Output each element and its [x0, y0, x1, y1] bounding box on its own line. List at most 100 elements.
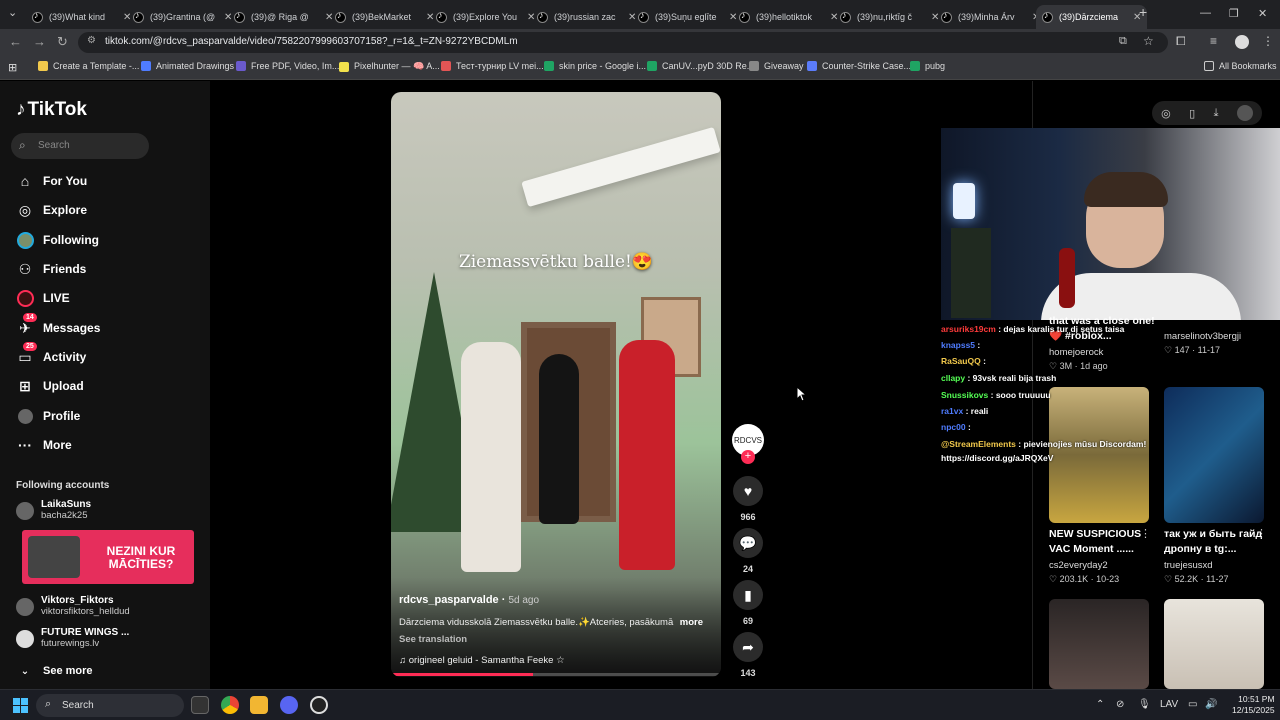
- reload-icon[interactable]: ↻: [57, 34, 68, 50]
- bookmark-item[interactable]: Counter-Strike Case...: [807, 61, 911, 71]
- bookmark-item[interactable]: pubg: [910, 61, 945, 71]
- feed-thumbnail[interactable]: [1164, 387, 1264, 523]
- taskbar-search[interactable]: ⌕ Search: [36, 694, 184, 717]
- see-translation-link[interactable]: See translation: [399, 634, 467, 645]
- nav-profile[interactable]: Profile: [16, 407, 80, 425]
- new-tab-button[interactable]: +: [1139, 4, 1147, 20]
- ad-banner[interactable]: NEZINI KUR MĀCĪTIES?: [22, 530, 194, 584]
- bookmarks-bar: ⊞ Create a Template -... Animated Drawin…: [0, 56, 1280, 80]
- task-view-icon[interactable]: [191, 696, 209, 714]
- feed-item-menu-icon[interactable]: ⋮: [1140, 527, 1151, 540]
- more-link[interactable]: more: [680, 617, 703, 628]
- feed-item-menu-icon[interactable]: ⋮: [1256, 527, 1267, 540]
- video-author[interactable]: rdcvs_pasparvalde · 5d ago: [399, 594, 539, 606]
- nav-messages[interactable]: ✈ 14 Messages: [16, 313, 100, 337]
- save-button[interactable]: ▮ 69: [731, 580, 765, 626]
- network-off-icon[interactable]: ⊘: [1116, 699, 1124, 710]
- nav-explore[interactable]: ◎ Explore: [16, 201, 87, 219]
- install-app-icon[interactable]: ⧉: [1119, 35, 1127, 48]
- see-more-button[interactable]: ⌄ See more: [16, 662, 93, 680]
- video-progress-bar[interactable]: [391, 673, 721, 676]
- browser-tab[interactable]: (39)Minha Árv✕: [935, 5, 1046, 29]
- nav-more[interactable]: ··· More: [16, 436, 72, 454]
- obs-icon[interactable]: [310, 696, 328, 714]
- like-button[interactable]: ♥ 966: [731, 476, 765, 522]
- bookmark-item[interactable]: Giveaway: [749, 61, 804, 71]
- chat-message: https://discord.gg/aJRQXeV: [941, 453, 1054, 463]
- bookmark-item[interactable]: Create a Template -...: [38, 61, 139, 71]
- bookmark-item[interactable]: Animated Drawings: [141, 61, 234, 71]
- comment-count: 24: [742, 564, 753, 574]
- browser-tab[interactable]: (39)Explore You✕: [430, 5, 541, 29]
- microphone-icon[interactable]: 🎙: [1138, 699, 1151, 710]
- forward-icon[interactable]: →: [33, 34, 46, 49]
- comment-button[interactable]: 💬 24: [731, 528, 765, 574]
- back-icon[interactable]: ←: [9, 34, 22, 49]
- video-frame-detail: [619, 340, 675, 570]
- phone-icon[interactable]: ▯: [1189, 107, 1195, 120]
- extensions-icon[interactable]: ⧠: [1176, 34, 1186, 49]
- search-input[interactable]: ⌕ Search: [11, 133, 149, 159]
- close-window-icon[interactable]: ✕: [1258, 7, 1267, 20]
- file-explorer-icon[interactable]: [250, 696, 268, 714]
- browser-tab[interactable]: (39)russian zac✕: [531, 5, 642, 29]
- profile-avatar-icon[interactable]: [1236, 105, 1253, 121]
- compass-icon[interactable]: ◎: [1161, 107, 1171, 120]
- feed-thumbnail[interactable]: [1049, 599, 1149, 689]
- follow-button[interactable]: +: [741, 450, 755, 464]
- nav-upload[interactable]: ⊞ Upload: [16, 377, 84, 395]
- bookmark-item[interactable]: Free PDF, Video, Im...: [236, 61, 339, 71]
- share-button[interactable]: ➦ 143: [731, 632, 765, 678]
- profile-avatar-icon[interactable]: [1235, 35, 1249, 49]
- nav-friends[interactable]: ⚇ Friends: [16, 260, 87, 278]
- browser-tab[interactable]: (39)Suņu eglīte✕: [632, 5, 743, 29]
- feed-item-meta[interactable]: marselinotv3bergji ♡ 147 · 11-17: [1164, 328, 1276, 356]
- browser-tab[interactable]: (39)hellotiktok✕: [733, 5, 844, 29]
- browser-tab-active[interactable]: (39)Dārzciema✕: [1036, 5, 1148, 29]
- windows-start-icon[interactable]: [13, 698, 28, 713]
- chat-message: arsuriks19cm : dejas karalis tur dį setu…: [941, 324, 1125, 334]
- bookmark-star-icon[interactable]: ☆: [1143, 34, 1154, 48]
- bookmark-item[interactable]: CanUV...pyD 30D Re...: [647, 61, 754, 71]
- address-bar[interactable]: ⚙ tiktok.com/@rdcvs_pasparvalde/video/75…: [78, 32, 1168, 53]
- tiktok-favicon-icon: [335, 10, 346, 23]
- following-account[interactable]: LaikaSuns bacha2k25: [16, 499, 91, 521]
- tab-search-icon[interactable]: ⌄: [8, 6, 17, 19]
- search-icon: ⌕: [19, 138, 26, 152]
- site-info-icon[interactable]: ⚙: [87, 35, 96, 46]
- browser-tab[interactable]: (39)Grantina (@✕: [127, 5, 238, 29]
- network-icon[interactable]: ▭: [1188, 699, 1197, 710]
- following-account[interactable]: Viktors_Fiktors viktorsfiktors_helldud: [16, 595, 130, 617]
- video-player[interactable]: Ziemassvētku balle!😍 rdcvs_pasparvalde ·…: [391, 92, 721, 677]
- download-icon[interactable]: ⤓: [1214, 107, 1219, 120]
- bookmark-item[interactable]: Pixelhunter — 🧠 A...: [339, 61, 440, 72]
- menu-kebab-icon[interactable]: ⋮: [1262, 34, 1274, 48]
- video-music[interactable]: ♫ origineel geluid - Samantha Feeke ☆: [399, 655, 565, 666]
- browser-tab[interactable]: (39)@ Riga @✕: [228, 5, 339, 29]
- apps-grid-icon[interactable]: ⊞: [8, 61, 17, 74]
- nav-for-you[interactable]: ⌂ For You: [16, 172, 87, 190]
- restore-icon[interactable]: ❐: [1229, 7, 1239, 20]
- nav-live[interactable]: LIVE: [16, 289, 70, 307]
- bookmark-item[interactable]: Тест-турнир LV mei...: [441, 61, 544, 71]
- chat-message: knapss5 :: [941, 340, 981, 350]
- following-account[interactable]: FUTURE WINGS ... futurewings.lv: [16, 627, 129, 649]
- chrome-icon[interactable]: [221, 696, 239, 714]
- minimize-icon[interactable]: —: [1200, 7, 1211, 19]
- browser-tab[interactable]: (39)BekMarket✕: [329, 5, 440, 29]
- tray-overflow-icon[interactable]: ⌃: [1096, 699, 1104, 710]
- feed-thumbnail[interactable]: [1164, 599, 1264, 689]
- volume-icon[interactable]: 🔊: [1205, 699, 1217, 710]
- browser-tab[interactable]: (39)nu,riktīg č✕: [834, 5, 945, 29]
- all-bookmarks-button[interactable]: All Bookmarks: [1204, 61, 1277, 71]
- windows-taskbar: ⌕ Search ⌃ ⊘ 🎙 LAV ▭ 🔊 10:51 PM 12/15/202…: [0, 689, 1280, 720]
- language-indicator[interactable]: LAV: [1160, 699, 1178, 710]
- clock[interactable]: 10:51 PM 12/15/2025: [1232, 694, 1275, 716]
- browser-tab[interactable]: (39)What kind✕: [26, 5, 137, 29]
- nav-following[interactable]: Following: [16, 231, 99, 249]
- discord-icon[interactable]: [280, 696, 298, 714]
- nav-activity[interactable]: ▭ 25 Activity: [16, 342, 86, 366]
- bookmark-item[interactable]: skin price - Google i...: [544, 61, 646, 71]
- tiktok-logo[interactable]: ♪ TikTok: [16, 99, 87, 121]
- media-controls-icon[interactable]: ≡: [1210, 34, 1217, 48]
